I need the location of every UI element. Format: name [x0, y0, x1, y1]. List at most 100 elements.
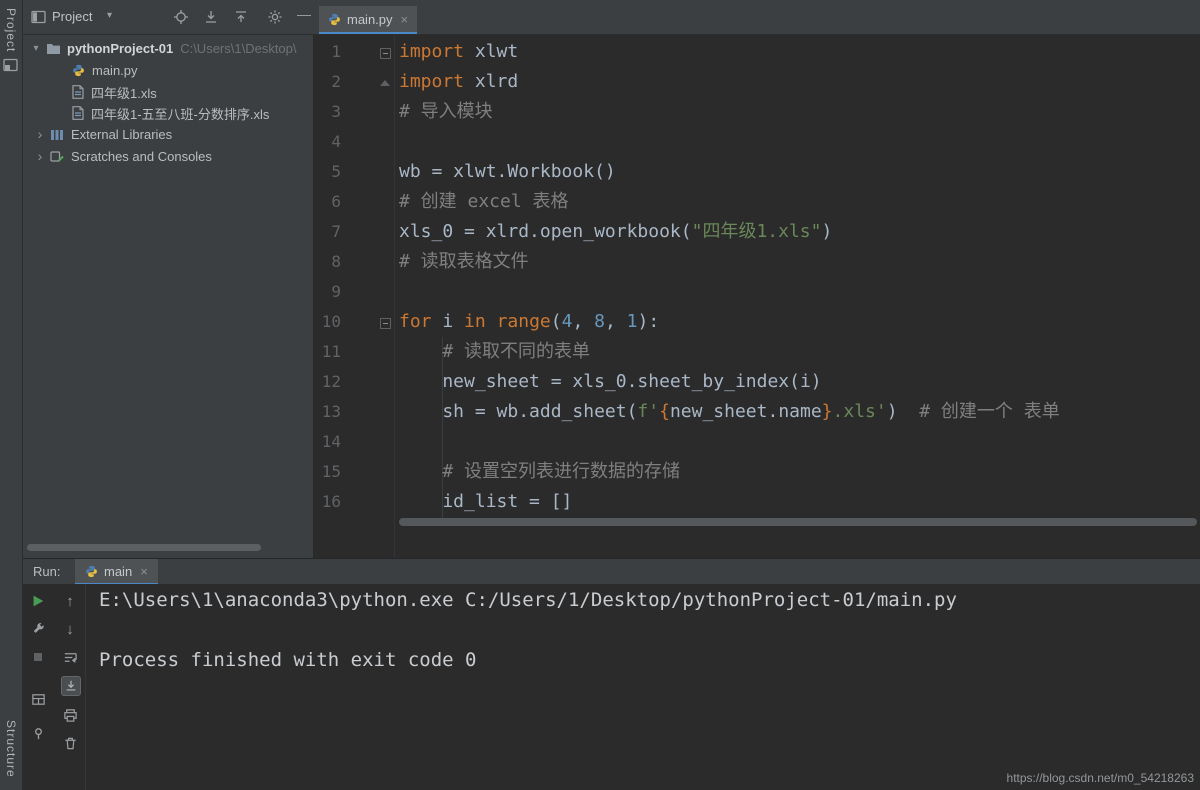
collapse-all-icon[interactable] [233, 9, 249, 25]
run-tool-window-header: Run: main × [23, 558, 1200, 585]
tree-node-scratches[interactable]: › Scratches and Consoles [23, 145, 323, 167]
code-line-5[interactable]: wb = xlwt.Workbook() [399, 157, 1060, 187]
scroll-to-end-icon[interactable] [61, 676, 81, 696]
line-number: 2 [314, 67, 341, 97]
code-line-6[interactable]: # 创建 excel 表格 [399, 187, 1060, 217]
line-number: 6 [314, 187, 341, 217]
tree-item-main-py[interactable]: main.py [23, 59, 359, 81]
code-line-9[interactable] [399, 277, 1060, 307]
chevron-down-icon[interactable]: ▾ [107, 10, 112, 21]
chevron-right-icon[interactable]: › [33, 126, 47, 142]
tree-node-label: External Libraries [71, 127, 172, 142]
code-line-10[interactable]: for i in range(4, 8, 1): [399, 307, 1060, 337]
libraries-icon [50, 128, 64, 141]
project-panel: ▾ pythonProject-01 C:\Users\1\Desktop\ m… [23, 35, 314, 558]
tree-item-label: 四年级1-五至八班-分数排序.xls [91, 104, 269, 123]
project-horizontal-scrollbar[interactable] [27, 544, 261, 551]
code-line-16[interactable]: id_list = [] [399, 487, 1060, 517]
scratches-icon [50, 150, 64, 163]
code-line-12[interactable]: new_sheet = xls_0.sheet_by_index(i) [399, 367, 1060, 397]
console-toolbar: ↑ ↓ [23, 584, 86, 790]
tool-button-project[interactable]: Project [4, 8, 18, 52]
run-tab-main[interactable]: main × [75, 559, 158, 585]
code-line-2[interactable]: import xlrd [399, 67, 1060, 97]
tab-label: main.py [347, 12, 393, 27]
line-number: 16 [314, 487, 341, 517]
fold-marker-icon[interactable] [380, 48, 391, 59]
console-line: E:\Users\1\anaconda3\python.exe C:/Users… [99, 585, 1192, 615]
line-number: 15 [314, 457, 341, 487]
top-bar: Project ▾ — main.py × [23, 0, 1200, 35]
code-line-13[interactable]: sh = wb.add_sheet(f'{new_sheet.name}.xls… [399, 397, 1060, 427]
code-line-3[interactable]: # 导入模块 [399, 97, 1060, 127]
gutter-separator [394, 35, 395, 558]
code-line-14[interactable] [399, 427, 1060, 457]
line-number: 10 [314, 307, 341, 337]
up-arrow-icon[interactable]: ↑ [61, 592, 79, 610]
code-line-1[interactable]: import xlwt [399, 37, 1060, 67]
tree-root-path: C:\Users\1\Desktop\ [180, 41, 296, 56]
rerun-button[interactable] [29, 592, 47, 610]
line-number: 9 [314, 277, 341, 307]
tree-root-name: pythonProject-01 [67, 41, 173, 56]
stop-button[interactable] [29, 648, 47, 666]
watermark-url: https://blog.csdn.net/m0_54218263 [1007, 771, 1194, 785]
close-icon[interactable]: × [140, 564, 148, 579]
chevron-down-icon[interactable]: ▾ [29, 43, 43, 54]
tree-item-label: main.py [92, 63, 138, 78]
line-number: 12 [314, 367, 341, 397]
console-line: Process finished with exit code 0 [99, 645, 1192, 675]
wrench-icon[interactable] [29, 620, 47, 638]
line-number: 11 [314, 337, 341, 367]
tree-item-label: 四年级1.xls [91, 83, 157, 102]
close-icon[interactable]: × [401, 12, 409, 27]
fold-arrow-icon[interactable] [380, 80, 390, 86]
hide-panel-icon[interactable]: — [297, 6, 311, 22]
code-line-15[interactable]: # 设置空列表进行数据的存储 [399, 457, 1060, 487]
gutter-line-numbers: 12345678910111213141516 [314, 37, 341, 517]
code-area[interactable]: import xlwtimport xlrd# 导入模块 wb = xlwt.Wo… [399, 37, 1060, 517]
settings-gear-icon[interactable] [267, 9, 283, 25]
chevron-right-icon[interactable]: › [33, 148, 47, 164]
tool-window-icon[interactable] [3, 58, 18, 72]
trash-icon[interactable] [61, 734, 79, 752]
code-line-4[interactable] [399, 127, 1060, 157]
line-number: 13 [314, 397, 341, 427]
console-line [99, 615, 1192, 645]
python-file-icon [85, 565, 98, 578]
code-line-7[interactable]: xls_0 = xlrd.open_workbook("四年级1.xls") [399, 217, 1060, 247]
pycharm-window: Project Structure Project ▾ — m [0, 0, 1200, 790]
down-arrow-icon[interactable]: ↓ [61, 620, 79, 638]
run-tab-label: main [104, 564, 132, 579]
tree-node-external-libraries[interactable]: › External Libraries [23, 123, 323, 145]
pin-tab-icon[interactable] [29, 724, 47, 742]
editor-horizontal-scrollbar[interactable] [399, 518, 1197, 526]
tab-main-py[interactable]: main.py × [319, 6, 417, 34]
project-window-icon [31, 10, 46, 24]
scroll-from-source-icon[interactable] [203, 9, 219, 25]
python-file-icon [328, 13, 341, 26]
locate-file-icon[interactable] [173, 9, 189, 25]
console-output[interactable]: E:\Users\1\anaconda3\python.exe C:/Users… [99, 585, 1192, 675]
tree-item-xls-1[interactable]: 四年级1.xls [23, 81, 359, 103]
code-line-8[interactable]: # 读取表格文件 [399, 247, 1060, 277]
print-icon[interactable] [61, 706, 79, 724]
fold-marker-icon[interactable] [380, 318, 391, 329]
line-number: 1 [314, 37, 341, 67]
code-editor: 12345678910111213141516 import xlwtimpor… [314, 35, 1200, 558]
unknown-file-icon [72, 85, 84, 99]
left-tool-stripe: Project Structure [0, 0, 23, 790]
folder-icon [46, 42, 61, 55]
line-number: 3 [314, 97, 341, 127]
line-number: 4 [314, 127, 341, 157]
code-line-11[interactable]: # 读取不同的表单 [399, 337, 1060, 367]
tool-button-structure[interactable]: Structure [4, 720, 18, 778]
tree-item-xls-2[interactable]: 四年级1-五至八班-分数排序.xls [23, 102, 359, 124]
soft-wrap-icon[interactable] [61, 648, 79, 666]
project-panel-title[interactable]: Project [52, 9, 92, 24]
line-number: 5 [314, 157, 341, 187]
restore-layout-icon[interactable] [29, 690, 47, 708]
unknown-file-icon [72, 106, 84, 120]
line-number: 14 [314, 427, 341, 457]
tree-root-python-project[interactable]: ▾ pythonProject-01 C:\Users\1\Desktop\ [23, 37, 319, 59]
